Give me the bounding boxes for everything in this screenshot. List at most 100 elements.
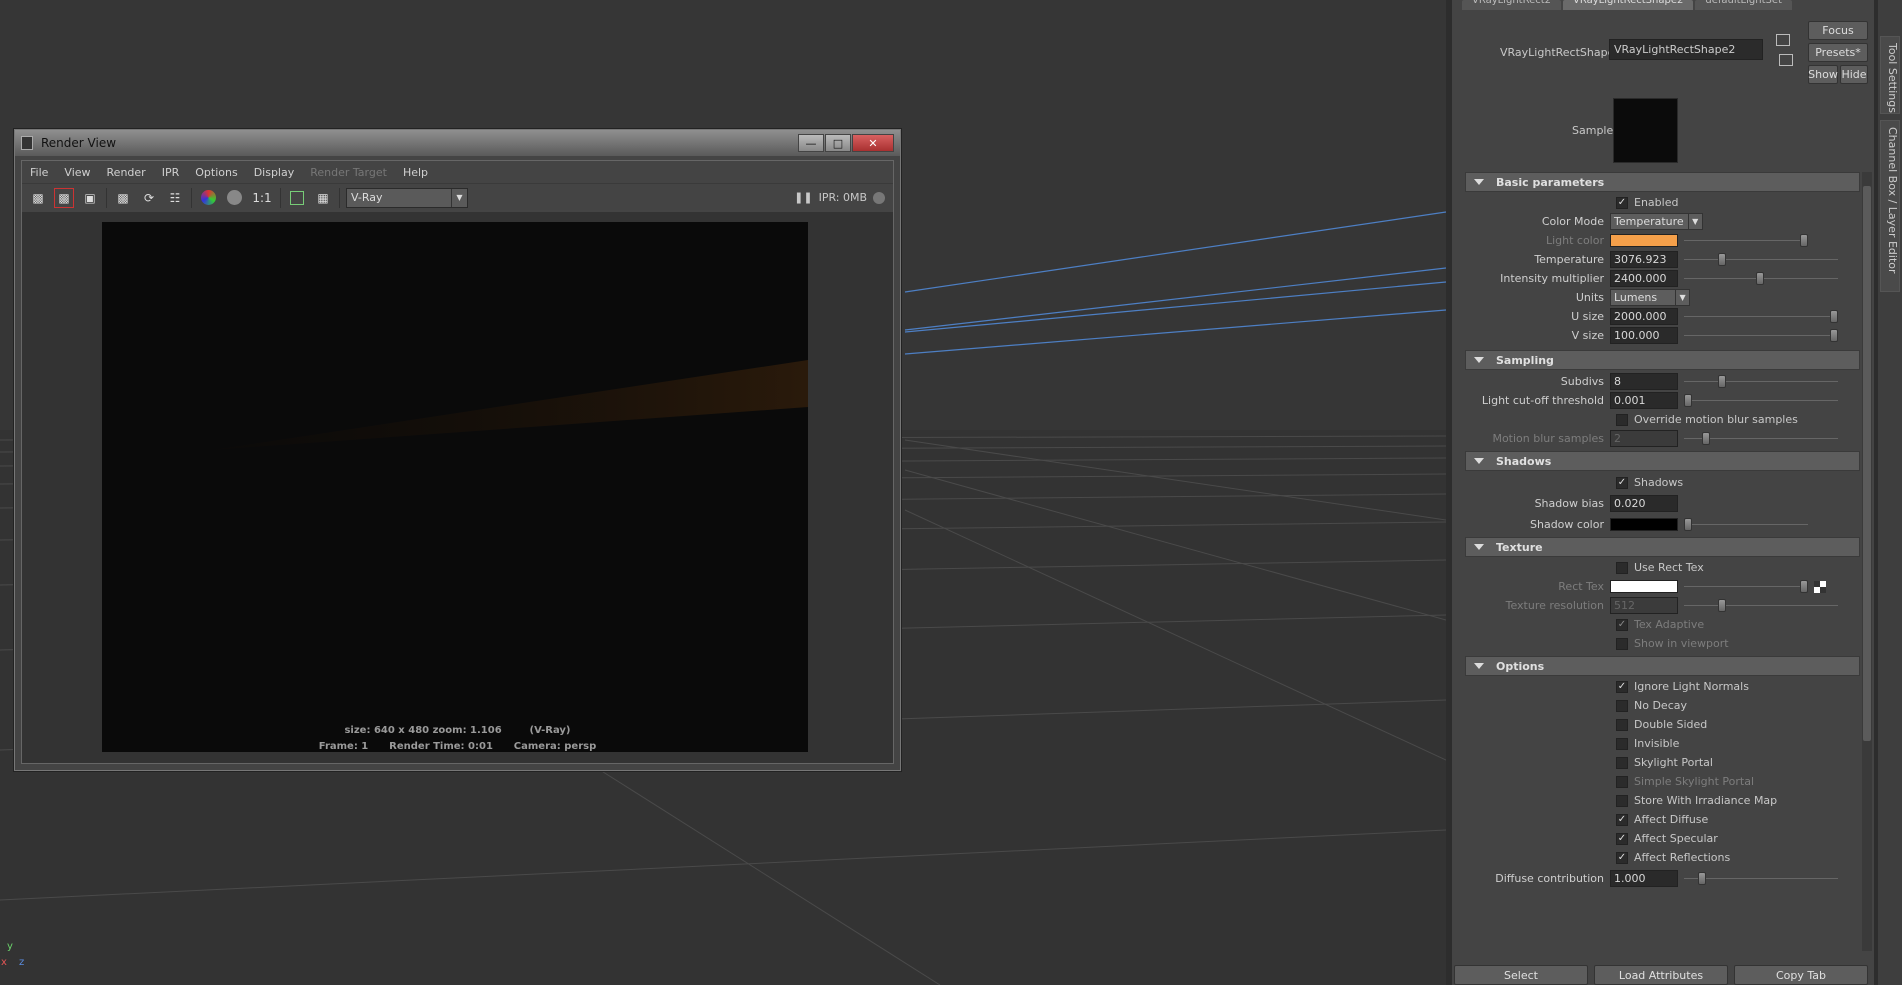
ipr-render-icon[interactable]: ▩ xyxy=(113,188,133,208)
tab-tool-settings[interactable]: Tool Settings xyxy=(1880,36,1900,114)
render-view-titlebar[interactable]: Render View — □ ✕ xyxy=(15,130,900,156)
ae-scrollbar-thumb[interactable] xyxy=(1863,186,1871,741)
tex-res-field: 512 xyxy=(1610,597,1678,614)
ae-header: VRayLightRectShape: VRayLightRectShape2 … xyxy=(1452,16,1874,90)
shadow-bias-field[interactable]: 0.020 xyxy=(1610,495,1678,512)
menu-options[interactable]: Options xyxy=(195,166,237,179)
tab-vraylightrect2[interactable]: VRayLightRect2 xyxy=(1462,0,1562,10)
cutoff-slider[interactable] xyxy=(1684,391,1838,410)
section-shadows[interactable]: Shadows xyxy=(1465,451,1860,471)
maximize-button[interactable]: □ xyxy=(825,134,851,152)
temperature-field[interactable]: 3076.923 xyxy=(1610,251,1678,268)
select-button[interactable]: Select xyxy=(1454,965,1588,985)
tab-channel-box[interactable]: Channel Box / Layer Editor xyxy=(1880,120,1900,292)
subdivs-row: Subdivs 8 xyxy=(1465,372,1860,391)
refresh-icon[interactable]: ⟳ xyxy=(139,188,159,208)
tab-defaultlightset[interactable]: defaultLightSet xyxy=(1695,0,1792,10)
rgb-channels-icon[interactable] xyxy=(198,188,218,208)
cutoff-field[interactable]: 0.001 xyxy=(1610,392,1678,409)
subdivs-field[interactable]: 8 xyxy=(1610,373,1678,390)
presets-button[interactable]: Presets* xyxy=(1808,43,1868,62)
vsize-slider[interactable] xyxy=(1684,326,1838,345)
section-basic-parameters[interactable]: Basic parameters xyxy=(1465,172,1860,192)
override-mb-checkbox[interactable] xyxy=(1616,413,1628,426)
section-sampling[interactable]: Sampling xyxy=(1465,350,1860,370)
use-rect-tex-label: Use Rect Tex xyxy=(1634,561,1704,574)
enabled-checkbox[interactable]: ✓ xyxy=(1616,196,1628,209)
rect-tex-swatch[interactable] xyxy=(1610,580,1678,593)
hide-button[interactable]: Hide xyxy=(1840,65,1868,84)
section-options[interactable]: Options xyxy=(1465,656,1860,676)
affect-diffuse-checkbox[interactable]: ✓ xyxy=(1616,813,1628,826)
menu-help[interactable]: Help xyxy=(403,166,428,179)
intensity-field[interactable]: 2400.000 xyxy=(1610,270,1678,287)
render-view-title: Render View xyxy=(41,136,117,150)
vsize-field[interactable]: 100.000 xyxy=(1610,327,1678,344)
temperature-slider[interactable] xyxy=(1684,250,1838,269)
invisible-row: Invisible xyxy=(1465,734,1860,753)
rect-tex-row: Rect Tex xyxy=(1465,577,1860,596)
no-decay-checkbox[interactable] xyxy=(1616,699,1628,712)
invisible-checkbox[interactable] xyxy=(1616,737,1628,750)
shadows-checkbox[interactable]: ✓ xyxy=(1616,476,1628,489)
subdivs-slider[interactable] xyxy=(1684,372,1838,391)
menu-display[interactable]: Display xyxy=(254,166,295,179)
intensity-slider[interactable] xyxy=(1684,269,1838,288)
ae-scrollbar[interactable] xyxy=(1862,172,1872,951)
render-region-icon[interactable]: ▩ xyxy=(54,187,74,208)
snapshot-camera-icon[interactable]: ▣ xyxy=(80,188,100,208)
section-texture[interactable]: Texture xyxy=(1465,537,1860,557)
color-mode-dropdown[interactable]: Temperature ▼ xyxy=(1610,213,1703,230)
render-view-window[interactable]: Render View — □ ✕ File View Render IPR O… xyxy=(14,129,901,771)
usize-field[interactable]: 2000.000 xyxy=(1610,308,1678,325)
affect-specular-checkbox[interactable]: ✓ xyxy=(1616,832,1628,845)
shadows-row: ✓ Shadows xyxy=(1465,473,1860,492)
diffuse-contrib-slider[interactable] xyxy=(1684,869,1838,888)
ipr-memory-status: IPR: 0MB xyxy=(818,191,867,204)
axis-x-label: x xyxy=(1,957,7,968)
shadow-bias-row: Shadow bias 0.020 xyxy=(1465,494,1860,513)
minimize-button[interactable]: — xyxy=(798,134,824,152)
render-image-area[interactable]: size: 640 x 480 zoom: 1.106 (V-Ray) Fram… xyxy=(22,212,893,763)
node-name-field[interactable]: VRayLightRectShape2 xyxy=(1609,39,1763,60)
alpha-channel-icon[interactable] xyxy=(224,188,244,208)
tab-vraylightrectshape2[interactable]: VRayLightRectShape2 xyxy=(1563,0,1694,10)
close-button[interactable]: ✕ xyxy=(852,134,894,152)
load-attributes-button[interactable]: Load Attributes xyxy=(1594,965,1728,985)
skylight-portal-checkbox[interactable] xyxy=(1616,756,1628,769)
store-irradiance-checkbox[interactable] xyxy=(1616,794,1628,807)
keep-image-icon[interactable] xyxy=(287,188,307,208)
renderer-dropdown[interactable]: V-Ray ▼ xyxy=(346,187,468,208)
diffuse-contrib-field[interactable]: 1.000 xyxy=(1610,870,1678,887)
affect-diffuse-label: Affect Diffuse xyxy=(1634,813,1709,826)
light-color-slider[interactable] xyxy=(1684,231,1808,250)
render-clapper-icon[interactable]: ▩ xyxy=(28,188,48,208)
menu-view[interactable]: View xyxy=(64,166,90,179)
affect-reflections-checkbox[interactable]: ✓ xyxy=(1616,851,1628,864)
real-size-button[interactable]: 1:1 xyxy=(250,188,274,208)
go-to-output-icon[interactable] xyxy=(1779,54,1793,66)
shadow-color-swatch[interactable] xyxy=(1610,518,1678,531)
rect-tex-slider[interactable] xyxy=(1684,577,1808,596)
shadow-color-slider[interactable] xyxy=(1684,515,1808,534)
pause-icon[interactable]: ❚❚ xyxy=(794,191,812,204)
light-color-swatch[interactable] xyxy=(1610,234,1678,247)
focus-arrow-icon[interactable] xyxy=(1776,34,1790,46)
mb-samples-field: 2 xyxy=(1610,430,1678,447)
copy-tab-button[interactable]: Copy Tab xyxy=(1734,965,1868,985)
ipr-status-group: ❚❚ IPR: 0MB xyxy=(794,191,885,204)
menu-render[interactable]: Render xyxy=(107,166,146,179)
use-rect-tex-checkbox[interactable] xyxy=(1616,561,1628,574)
menu-file[interactable]: File xyxy=(30,166,48,179)
usize-slider[interactable] xyxy=(1684,307,1838,326)
ignore-normals-checkbox[interactable]: ✓ xyxy=(1616,680,1628,693)
double-sided-checkbox[interactable] xyxy=(1616,718,1628,731)
map-texture-icon[interactable] xyxy=(1814,580,1826,593)
units-dropdown[interactable]: Lumens ▼ xyxy=(1610,289,1691,306)
remove-image-icon[interactable]: ▦ xyxy=(313,188,333,208)
focus-button[interactable]: Focus xyxy=(1808,21,1868,40)
render-settings-icon[interactable]: ☷ xyxy=(165,188,185,208)
ae-attribute-list[interactable]: Basic parameters ✓ Enabled Color Mode Temp… xyxy=(1465,172,1860,951)
show-button[interactable]: Show xyxy=(1808,65,1838,84)
menu-ipr[interactable]: IPR xyxy=(162,166,180,179)
